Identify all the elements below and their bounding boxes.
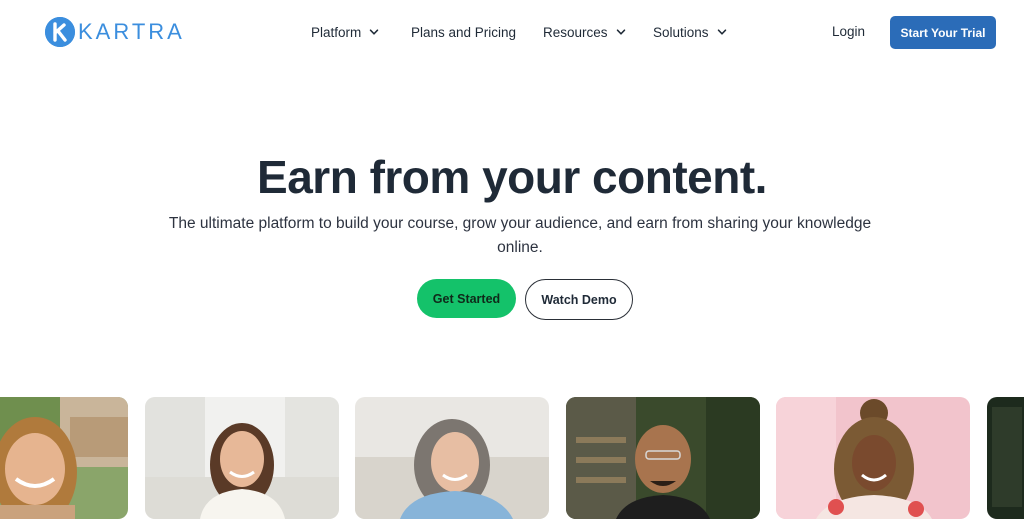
kartra-logo[interactable]: KARTRA [45,17,185,47]
creator-photo-4 [566,397,760,519]
nav-item-platform[interactable]: Platform [311,25,379,40]
hero-subtitle: The ultimate platform to build your cour… [168,215,872,256]
creator-photo-6 [987,397,1024,519]
creator-photo-5 [776,397,970,519]
hero-title: Earn from your content. [257,151,767,203]
nav-label: Solutions [653,24,709,40]
creator-photo-1 [0,397,128,519]
creator-photo-3 [355,397,549,519]
watch-demo-button[interactable]: Watch Demo [525,279,633,320]
brand-name: KARTRA [78,19,185,44]
get-started-button[interactable]: Get Started [417,279,516,318]
nav-label: Plans and Pricing [411,24,517,40]
creator-photo-2 [145,397,339,519]
chevron-down-icon [370,29,379,35]
start-trial-button[interactable]: Start Your Trial [890,16,996,49]
nav-item-resources[interactable]: Resources [543,25,626,40]
chevron-down-icon [717,29,726,35]
nav-item-plans-pricing[interactable]: Plans and Pricing [411,25,516,40]
nav-label: Resources [543,24,608,40]
chevron-down-icon [616,29,625,35]
nav-label: Platform [311,24,362,40]
nav-item-solutions[interactable]: Solutions [653,25,727,40]
login-link[interactable]: Login [832,24,865,39]
kartra-logo-icon [45,17,75,47]
site-header: KARTRA Platform Plans and Pricing Resour… [0,0,1024,64]
